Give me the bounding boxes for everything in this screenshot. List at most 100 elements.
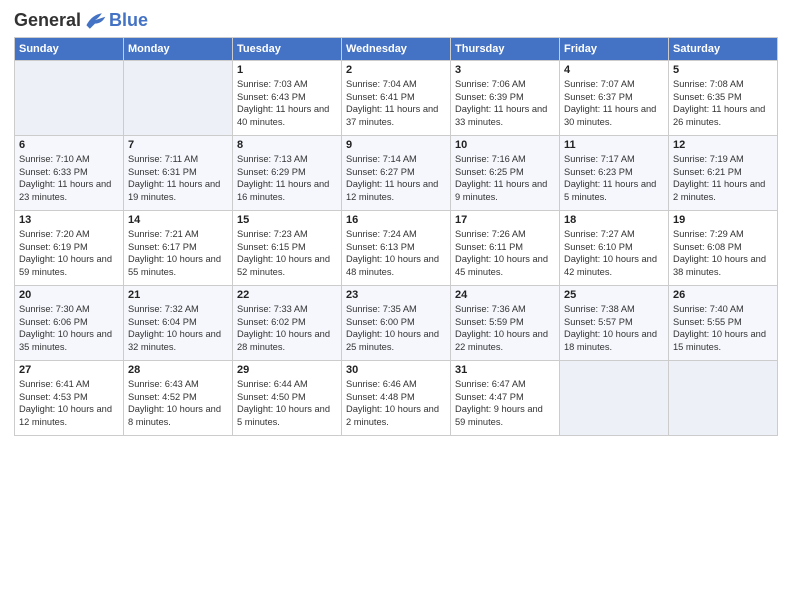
day-info: Sunrise: 7:33 AMSunset: 6:02 PMDaylight:… <box>237 303 337 353</box>
day-number: 5 <box>673 64 773 76</box>
calendar-header-row: SundayMondayTuesdayWednesdayThursdayFrid… <box>15 38 778 61</box>
day-number: 7 <box>128 139 228 151</box>
day-info: Sunrise: 7:27 AMSunset: 6:10 PMDaylight:… <box>564 228 664 278</box>
day-number: 22 <box>237 289 337 301</box>
calendar-cell: 25Sunrise: 7:38 AMSunset: 5:57 PMDayligh… <box>560 286 669 361</box>
calendar-page: General Blue SundayMondayTuesdayWednesda… <box>0 0 792 612</box>
day-info: Sunrise: 7:13 AMSunset: 6:29 PMDaylight:… <box>237 153 337 203</box>
calendar-week-row: 13Sunrise: 7:20 AMSunset: 6:19 PMDayligh… <box>15 211 778 286</box>
day-info: Sunrise: 7:08 AMSunset: 6:35 PMDaylight:… <box>673 78 773 128</box>
day-info: Sunrise: 7:07 AMSunset: 6:37 PMDaylight:… <box>564 78 664 128</box>
calendar-cell: 27 Sunrise: 6:41 AMSunset: 4:53 PMDayligh… <box>15 361 124 436</box>
calendar-cell: 11 Sunrise: 7:17 AMSunset: 6:23 PMDayligh… <box>560 136 669 211</box>
day-info: Sunrise: 7:32 AMSunset: 6:04 PMDaylight:… <box>128 303 228 353</box>
calendar-cell: 8 Sunrise: 7:13 AMSunset: 6:29 PMDaylight… <box>233 136 342 211</box>
day-number: 31 <box>455 364 555 376</box>
calendar-cell: 20Sunrise: 7:30 AMSunset: 6:06 PMDayligh… <box>15 286 124 361</box>
day-number: 11 <box>564 139 664 151</box>
logo-area: General Blue <box>14 10 148 31</box>
day-number: 21 <box>128 289 228 301</box>
day-info: Sunrise: 7:40 AMSunset: 5:55 PMDaylight:… <box>673 303 773 353</box>
calendar-week-row: 6 Sunrise: 7:10 AMSunset: 6:33 PMDaylight… <box>15 136 778 211</box>
calendar-cell: 13Sunrise: 7:20 AMSunset: 6:19 PMDayligh… <box>15 211 124 286</box>
calendar-cell: 17Sunrise: 7:26 AMSunset: 6:11 PMDayligh… <box>451 211 560 286</box>
calendar-cell: 21 Sunrise: 7:32 AMSunset: 6:04 PMDayligh… <box>124 286 233 361</box>
calendar-cell <box>560 361 669 436</box>
calendar-cell: 2 Sunrise: 7:04 AMSunset: 6:41 PMDaylight… <box>342 61 451 136</box>
day-info: Sunrise: 7:14 AMSunset: 6:27 PMDaylight:… <box>346 153 446 203</box>
day-info: Sunrise: 7:29 AMSunset: 6:08 PMDaylight:… <box>673 228 773 278</box>
calendar-cell: 9 Sunrise: 7:14 AMSunset: 6:27 PMDaylight… <box>342 136 451 211</box>
weekday-header-monday: Monday <box>124 38 233 61</box>
calendar-cell: 22 Sunrise: 7:33 AMSunset: 6:02 PMDayligh… <box>233 286 342 361</box>
calendar-cell: 5 Sunrise: 7:08 AMSunset: 6:35 PMDaylight… <box>669 61 778 136</box>
day-info: Sunrise: 7:24 AMSunset: 6:13 PMDaylight:… <box>346 228 446 278</box>
day-number: 16 <box>346 214 446 226</box>
day-number: 14 <box>128 214 228 226</box>
day-number: 10 <box>455 139 555 151</box>
day-info: Sunrise: 7:30 AMSunset: 6:06 PMDaylight:… <box>19 303 119 353</box>
day-number: 27 <box>19 364 119 376</box>
calendar-cell: 30 Sunrise: 6:46 AMSunset: 4:48 PMDayligh… <box>342 361 451 436</box>
day-number: 26 <box>673 289 773 301</box>
day-number: 1 <box>237 64 337 76</box>
calendar-cell: 7 Sunrise: 7:11 AMSunset: 6:31 PMDaylight… <box>124 136 233 211</box>
day-info: Sunrise: 6:46 AMSunset: 4:48 PMDaylight:… <box>346 378 446 428</box>
day-number: 30 <box>346 364 446 376</box>
day-info: Sunrise: 7:04 AMSunset: 6:41 PMDaylight:… <box>346 78 446 128</box>
day-number: 9 <box>346 139 446 151</box>
calendar-cell: 16 Sunrise: 7:24 AMSunset: 6:13 PMDayligh… <box>342 211 451 286</box>
day-number: 15 <box>237 214 337 226</box>
logo-blue-text: Blue <box>109 10 148 31</box>
day-info: Sunrise: 7:10 AMSunset: 6:33 PMDaylight:… <box>19 153 119 203</box>
calendar-cell <box>669 361 778 436</box>
logo-general-text: General <box>14 10 81 31</box>
weekday-header-thursday: Thursday <box>451 38 560 61</box>
day-info: Sunrise: 7:03 AMSunset: 6:43 PMDaylight:… <box>237 78 337 128</box>
weekday-header-wednesday: Wednesday <box>342 38 451 61</box>
day-info: Sunrise: 6:41 AMSunset: 4:53 PMDaylight:… <box>19 378 119 428</box>
calendar-cell: 10 Sunrise: 7:16 AMSunset: 6:25 PMDayligh… <box>451 136 560 211</box>
calendar-cell <box>124 61 233 136</box>
day-info: Sunrise: 7:23 AMSunset: 6:15 PMDaylight:… <box>237 228 337 278</box>
day-info: Sunrise: 7:11 AMSunset: 6:31 PMDaylight:… <box>128 153 228 203</box>
logo: General Blue <box>14 10 148 31</box>
day-info: Sunrise: 7:06 AMSunset: 6:39 PMDaylight:… <box>455 78 555 128</box>
day-number: 13 <box>19 214 119 226</box>
day-number: 23 <box>346 289 446 301</box>
calendar-cell: 1 Sunrise: 7:03 AMSunset: 6:43 PMDaylight… <box>233 61 342 136</box>
day-info: Sunrise: 7:17 AMSunset: 6:23 PMDaylight:… <box>564 153 664 203</box>
day-number: 4 <box>564 64 664 76</box>
weekday-header-friday: Friday <box>560 38 669 61</box>
calendar-cell: 23 Sunrise: 7:35 AMSunset: 6:00 PMDayligh… <box>342 286 451 361</box>
calendar-table: SundayMondayTuesdayWednesdayThursdayFrid… <box>14 37 778 436</box>
calendar-cell: 12Sunrise: 7:19 AMSunset: 6:21 PMDayligh… <box>669 136 778 211</box>
calendar-week-row: 20Sunrise: 7:30 AMSunset: 6:06 PMDayligh… <box>15 286 778 361</box>
calendar-cell: 19Sunrise: 7:29 AMSunset: 6:08 PMDayligh… <box>669 211 778 286</box>
calendar-cell: 14Sunrise: 7:21 AMSunset: 6:17 PMDayligh… <box>124 211 233 286</box>
weekday-header-tuesday: Tuesday <box>233 38 342 61</box>
day-number: 8 <box>237 139 337 151</box>
day-info: Sunrise: 7:16 AMSunset: 6:25 PMDaylight:… <box>455 153 555 203</box>
day-info: Sunrise: 6:47 AMSunset: 4:47 PMDaylight:… <box>455 378 555 428</box>
calendar-week-row: 1 Sunrise: 7:03 AMSunset: 6:43 PMDaylight… <box>15 61 778 136</box>
day-number: 18 <box>564 214 664 226</box>
day-info: Sunrise: 6:44 AMSunset: 4:50 PMDaylight:… <box>237 378 337 428</box>
day-number: 12 <box>673 139 773 151</box>
calendar-cell: 15 Sunrise: 7:23 AMSunset: 6:15 PMDayligh… <box>233 211 342 286</box>
calendar-week-row: 27 Sunrise: 6:41 AMSunset: 4:53 PMDayligh… <box>15 361 778 436</box>
day-info: Sunrise: 7:36 AMSunset: 5:59 PMDaylight:… <box>455 303 555 353</box>
calendar-cell: 6 Sunrise: 7:10 AMSunset: 6:33 PMDaylight… <box>15 136 124 211</box>
calendar-cell: 3Sunrise: 7:06 AMSunset: 6:39 PMDaylight… <box>451 61 560 136</box>
weekday-header-saturday: Saturday <box>669 38 778 61</box>
calendar-cell: 31 Sunrise: 6:47 AMSunset: 4:47 PMDayligh… <box>451 361 560 436</box>
day-number: 25 <box>564 289 664 301</box>
calendar-cell: 4 Sunrise: 7:07 AMSunset: 6:37 PMDaylight… <box>560 61 669 136</box>
day-info: Sunrise: 7:35 AMSunset: 6:00 PMDaylight:… <box>346 303 446 353</box>
calendar-cell: 26 Sunrise: 7:40 AMSunset: 5:55 PMDayligh… <box>669 286 778 361</box>
header: General Blue <box>14 10 778 31</box>
day-number: 2 <box>346 64 446 76</box>
weekday-header-sunday: Sunday <box>15 38 124 61</box>
calendar-cell <box>15 61 124 136</box>
day-number: 6 <box>19 139 119 151</box>
